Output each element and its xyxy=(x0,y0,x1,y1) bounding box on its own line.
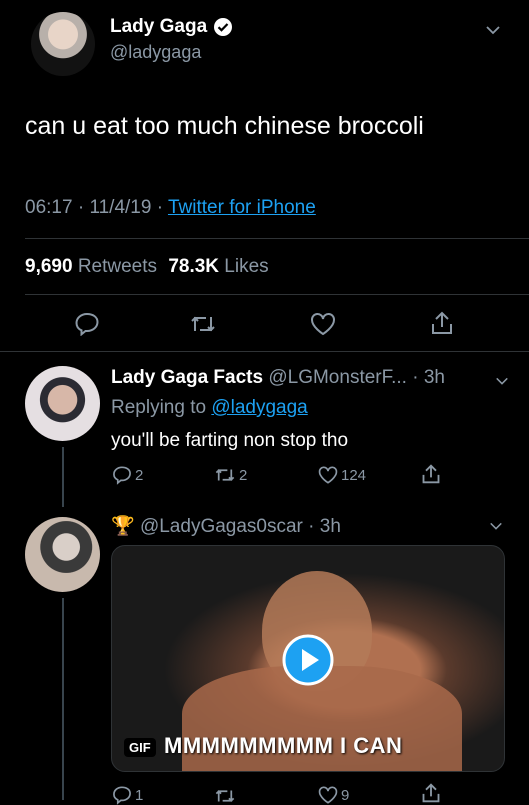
gif-badge: GIF xyxy=(124,738,156,757)
reply1-like-count: 124 xyxy=(341,466,367,484)
tweet-stats: 9,690 Retweets 78.3K Likes xyxy=(25,256,269,278)
reply1-author-name[interactable]: Lady Gaga Facts xyxy=(111,367,263,388)
likes-count[interactable]: 78.3K xyxy=(168,256,219,277)
retweets-label[interactable]: Retweets xyxy=(78,256,157,277)
retweet-icon xyxy=(214,466,236,484)
gif-caption: MMMMMMMMM I CAN xyxy=(164,733,403,758)
author-name-row[interactable]: Lady Gaga xyxy=(110,16,233,38)
reply1-retweet-action[interactable]: 2 xyxy=(214,466,247,484)
reply2-like-action[interactable]: 9 xyxy=(318,785,349,805)
author-handle[interactable]: @ladygaga xyxy=(110,42,201,63)
tweet-menu-chevron-icon[interactable] xyxy=(485,22,501,38)
reply-icon xyxy=(112,465,132,485)
reply1-reply-count: 2 xyxy=(135,466,144,484)
retweet-icon[interactable] xyxy=(189,313,217,335)
divider xyxy=(0,351,529,352)
reply1-menu-chevron-icon[interactable] xyxy=(495,374,509,388)
tweet-text: can u eat too much chinese broccoli xyxy=(25,112,424,140)
reply2-time: 3h xyxy=(319,516,341,537)
like-icon xyxy=(318,465,338,485)
reply1-avatar[interactable] xyxy=(25,366,100,441)
thread-line xyxy=(62,598,64,800)
share-icon[interactable] xyxy=(421,782,441,804)
tweet-source-link[interactable]: Twitter for iPhone xyxy=(168,197,316,218)
like-icon[interactable] xyxy=(310,312,336,336)
reply2-like-count: 9 xyxy=(341,786,350,804)
reply1-replying-to: Replying to @ladygaga xyxy=(111,397,308,419)
reply2-reply-count: 1 xyxy=(135,786,144,804)
tweet-date: 11/4/19 xyxy=(89,197,152,218)
like-icon xyxy=(318,785,338,805)
retweet-icon[interactable] xyxy=(214,787,236,805)
reply-icon[interactable] xyxy=(74,312,100,336)
reply2-menu-chevron-icon[interactable] xyxy=(489,519,503,533)
gif-media[interactable]: GIF MMMMMMMMM I CAN xyxy=(111,545,505,772)
replying-to-handle[interactable]: @ladygaga xyxy=(211,397,307,418)
reply2-avatar[interactable] xyxy=(25,517,100,592)
reply-icon xyxy=(112,785,132,805)
reply1-like-action[interactable]: 124 xyxy=(318,465,366,485)
main-avatar[interactable] xyxy=(31,12,95,76)
reply1-header: Lady Gaga Facts @LGMonsterF... · 3h xyxy=(111,367,445,388)
likes-label[interactable]: Likes xyxy=(224,256,268,277)
reply2-handle[interactable]: @LadyGagas0scar xyxy=(140,516,303,537)
reply1-reply-action[interactable]: 2 xyxy=(112,465,143,485)
divider xyxy=(25,238,529,239)
reply1-handle[interactable]: @LGMonsterF... xyxy=(268,367,407,388)
reply1-text: you'll be farting non stop tho xyxy=(111,430,349,451)
tweet-time: 06:17 xyxy=(25,197,73,218)
verified-badge-icon xyxy=(213,17,233,37)
reply1-time: 3h xyxy=(423,367,445,388)
share-icon[interactable] xyxy=(430,310,454,336)
share-icon[interactable] xyxy=(421,463,441,485)
thread-line xyxy=(62,447,64,507)
tweet-metadata: 06:17 · 11/4/19 · Twitter for iPhone xyxy=(25,197,316,218)
reply2-reply-action[interactable]: 1 xyxy=(112,785,143,805)
divider xyxy=(25,294,529,295)
retweets-count[interactable]: 9,690 xyxy=(25,256,73,277)
play-button-icon[interactable] xyxy=(282,634,334,686)
reply1-retweet-count: 2 xyxy=(239,466,248,484)
author-name: Lady Gaga xyxy=(110,16,208,37)
reply2-header: 🏆 @LadyGagas0scar · 3h xyxy=(111,516,341,537)
replying-to-label: Replying to xyxy=(111,397,207,418)
trophy-emoji: 🏆 xyxy=(111,516,135,537)
